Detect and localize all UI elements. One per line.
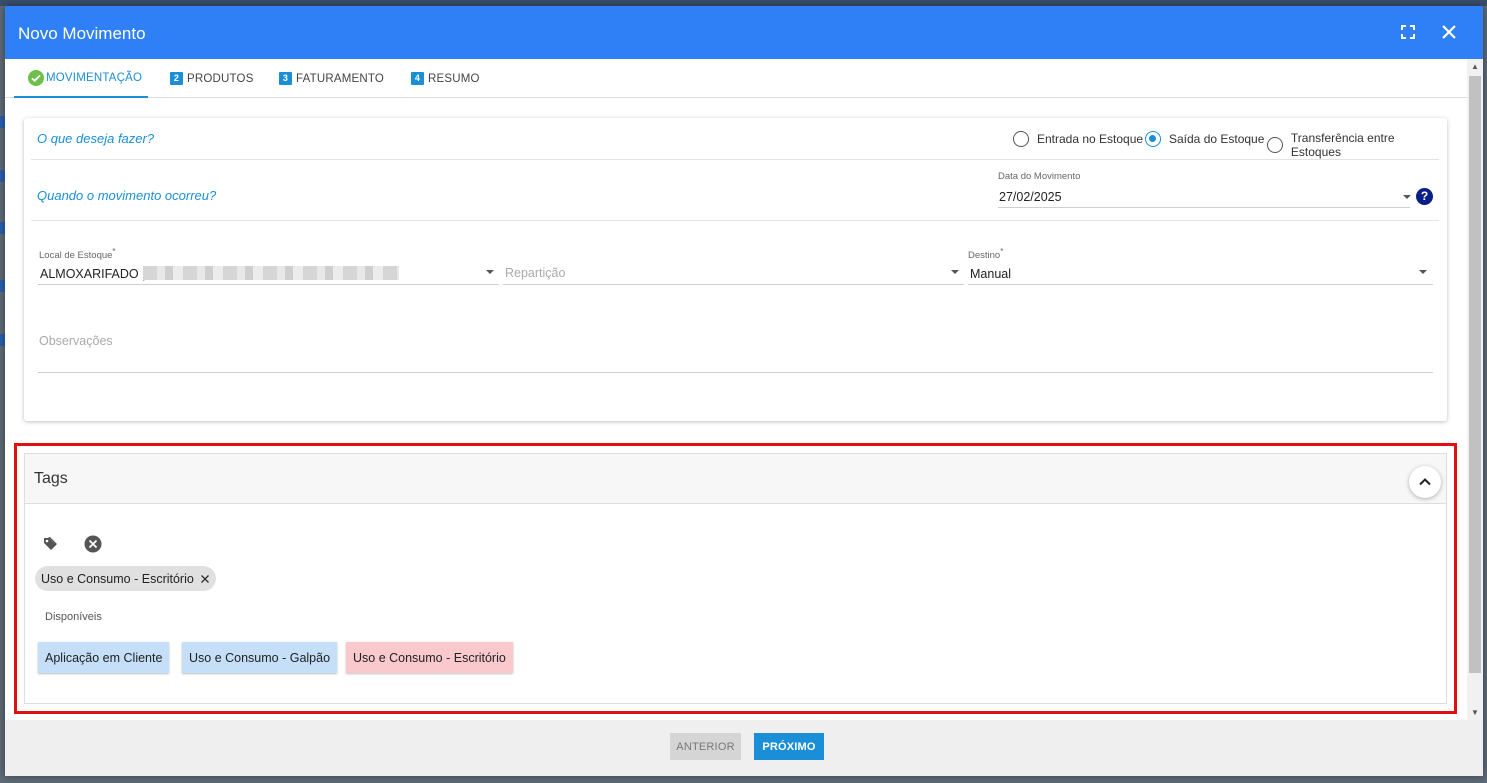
radio-circle [1013,131,1029,147]
radio-label: Entrada no Estoque [1037,132,1144,146]
radio-entrada[interactable]: Entrada no Estoque [1013,131,1143,147]
clear-tags-icon[interactable] [83,534,103,554]
tab-label: FATURAMENTO [296,72,385,85]
redacted-text [143,266,399,280]
destino-dropdown-caret[interactable] [1419,270,1427,274]
reparticao-field[interactable]: Repartição [505,266,565,280]
destino-field[interactable]: Manual [970,267,1011,281]
radio-label: Transferência entre Estoques [1290,131,1395,159]
question-when: Quando o movimento ocorreu? [37,188,217,203]
scroll-up-icon[interactable]: ▲ [1470,63,1480,71]
local-dropdown-caret[interactable] [486,270,494,274]
step-number: 4 [411,72,424,85]
collapse-button[interactable] [1409,466,1441,498]
tab-faturamento[interactable]: 3 FATURAMENTO [279,59,384,98]
scrollbar[interactable]: ▲ ▼ [1467,59,1483,720]
field-underline [38,284,499,285]
field-underline [998,207,1410,208]
modal-title: Novo Movimento [18,24,146,43]
maximize-button[interactable] [1398,22,1418,42]
radio-transferencia[interactable]: Transferência entre Estoques [1267,131,1447,159]
question-what: O que deseja fazer? [37,131,155,146]
help-icon[interactable]: ? [1416,188,1433,205]
check-circle-icon [28,69,44,86]
date-field[interactable]: 27/02/2025 [999,190,1062,204]
radio-circle [1267,137,1283,153]
new-movement-modal: Novo Movimento MOVIMENTAÇÃO 2 PRODUTOS 3… [5,6,1483,776]
divider [31,159,1439,160]
step-number: 3 [279,72,292,85]
radio-saida[interactable]: Saída do Estoque [1145,131,1264,147]
movement-card: O que deseja fazer? Entrada no Estoque S… [24,118,1447,421]
tab-movimentacao[interactable]: MOVIMENTAÇÃO [14,59,148,98]
tab-label: PRODUTOS [187,72,254,85]
step-tabs: MOVIMENTAÇÃO 2 PRODUTOS 3 FATURAMENTO 4 … [5,59,1467,98]
tab-resumo[interactable]: 4 RESUMO [411,59,480,98]
tags-header: Tags [25,454,1446,504]
tab-label: MOVIMENTAÇÃO [46,71,143,84]
tab-produtos[interactable]: 2 PRODUTOS [170,59,254,98]
radio-label: Saída do Estoque [1169,132,1265,146]
chip-label: Uso e Consumo - Escritório [41,571,194,586]
close-icon [1442,25,1456,39]
date-dropdown-caret[interactable] [1403,195,1411,199]
modal-footer: ANTERIOR PRÓXIMO [5,720,1483,776]
modal-header: Novo Movimento [5,6,1483,59]
radio-circle-checked [1145,131,1161,147]
step-number: 2 [170,72,183,85]
close-button[interactable] [1439,22,1459,42]
field-underline [968,284,1433,285]
tags-icon[interactable] [42,534,62,554]
next-button[interactable]: PRÓXIMO [754,733,824,760]
fullscreen-icon [1401,25,1415,39]
previous-button[interactable]: ANTERIOR [670,733,741,760]
divider [31,220,1439,221]
local-label: Local de Estoque* [39,247,116,262]
available-tag[interactable]: Uso e Consumo - Escritório [346,642,513,673]
reparticao-dropdown-caret[interactable] [951,270,959,274]
available-tag[interactable]: Uso e Consumo - Galpão [182,642,338,673]
available-tag[interactable]: Aplicação em Cliente [38,642,170,673]
local-field[interactable]: ALMOXARIFADO | [40,267,145,281]
date-label: Data do Movimento [998,171,1081,182]
tab-label: RESUMO [428,72,480,85]
field-underline [503,284,964,285]
modal-content: MOVIMENTAÇÃO 2 PRODUTOS 3 FATURAMENTO 4 … [5,59,1467,720]
tags-panel: Tags Uso e Consumo - Escritório Disponív… [24,453,1447,704]
scroll-down-icon[interactable]: ▼ [1470,709,1480,717]
available-label: Disponíveis [45,611,102,623]
scroll-thumb[interactable] [1469,76,1481,673]
field-underline [38,372,1433,373]
destino-label: Destino* [968,247,1004,262]
remove-chip-icon[interactable] [200,574,210,584]
observacoes-field[interactable]: Observações [39,334,113,348]
tags-title: Tags [34,470,68,487]
chevron-up-icon [1419,478,1431,486]
selected-tag-chip: Uso e Consumo - Escritório [35,566,216,591]
